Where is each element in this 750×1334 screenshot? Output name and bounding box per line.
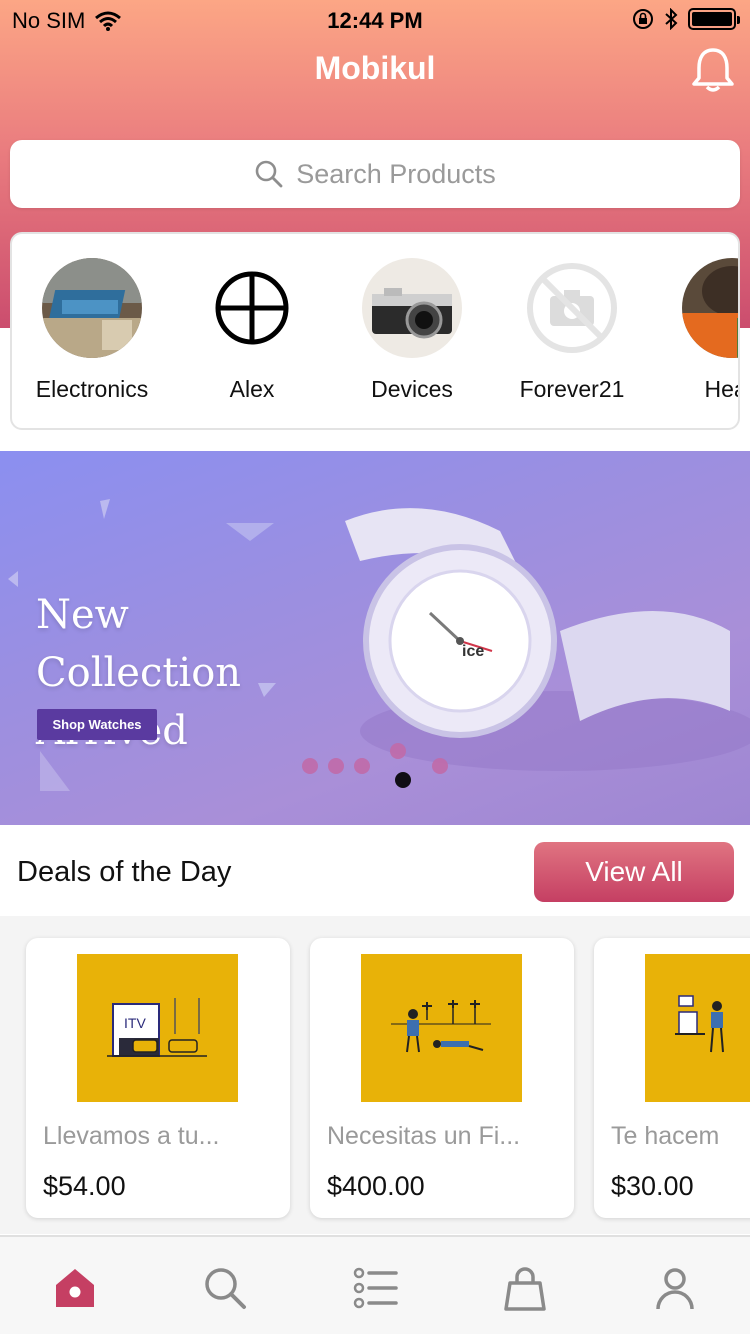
category-carousel[interactable]: Electronics Alex Devices Forever21 He xyxy=(10,232,740,430)
orientation-lock-icon xyxy=(633,9,653,29)
camera-icon xyxy=(362,258,462,358)
home-icon[interactable] xyxy=(52,1265,98,1311)
carousel-dot-active[interactable] xyxy=(395,772,411,788)
category-label: Devices xyxy=(371,376,453,402)
battery-icon xyxy=(688,8,740,30)
category-label: Forever21 xyxy=(519,376,625,402)
category-item-alex[interactable]: Alex xyxy=(172,258,332,403)
deal-card[interactable]: ITV Llevamos a tu... $54.00 xyxy=(26,938,290,1218)
category-item-forever21[interactable]: Forever21 xyxy=(492,258,652,403)
list-icon[interactable] xyxy=(352,1265,398,1311)
search-placeholder: Search Products xyxy=(296,158,496,189)
deal-price: $54.00 xyxy=(43,1171,126,1201)
deals-title: Deals of the Day xyxy=(17,856,232,888)
deal-name: Llevamos a tu... xyxy=(43,1122,220,1150)
deal-price: $30.00 xyxy=(611,1171,694,1201)
carousel-dot[interactable] xyxy=(302,758,318,774)
shop-watches-button[interactable]: Shop Watches xyxy=(37,709,157,740)
search-input[interactable]: Search Products xyxy=(10,140,740,208)
deal-card[interactable]: Te hacem $30.00 xyxy=(594,938,750,1218)
bluetooth-icon xyxy=(665,8,678,30)
search-icon[interactable] xyxy=(202,1265,248,1311)
category-label: Alex xyxy=(229,376,275,402)
deals-header: Deals of the Day View All xyxy=(0,826,750,916)
user-icon[interactable] xyxy=(652,1265,698,1311)
carousel-dot[interactable] xyxy=(354,758,370,774)
bell-icon[interactable] xyxy=(690,46,736,94)
view-all-button[interactable]: View All xyxy=(534,842,734,902)
carousel-dot[interactable] xyxy=(328,758,344,774)
svg-text:ice: ice xyxy=(462,643,484,660)
app-title: Mobikul xyxy=(314,50,436,86)
itv-sign: ITV xyxy=(124,1015,146,1031)
category-image-electronics xyxy=(42,258,142,358)
deal-image xyxy=(645,954,750,1102)
carousel-dot[interactable] xyxy=(390,743,406,759)
deal-price: $400.00 xyxy=(327,1171,425,1201)
bottom-tab-bar xyxy=(0,1235,750,1334)
no-image-icon xyxy=(522,258,622,358)
deal-card[interactable]: Necesitas un Fi... $400.00 xyxy=(310,938,574,1218)
deals-list[interactable]: ITV Llevamos a tu... $54.00 Necesitas un… xyxy=(0,916,750,1234)
category-label: Head xyxy=(704,376,739,402)
deal-name: Te hacem xyxy=(611,1122,720,1150)
category-image-head xyxy=(682,258,738,358)
category-item-electronics[interactable]: Electronics xyxy=(12,258,172,403)
category-item-devices[interactable]: Devices xyxy=(332,258,492,403)
promo-banner[interactable]: ice New Collection Arrived Shop Watches xyxy=(0,451,750,825)
bag-icon[interactable] xyxy=(502,1265,548,1311)
deal-image xyxy=(361,954,522,1102)
status-right xyxy=(632,8,740,30)
status-bar: No SIM 12:44 PM xyxy=(0,0,750,40)
deal-image: ITV xyxy=(77,954,238,1102)
category-item-head[interactable]: Head xyxy=(652,258,739,403)
category-label: Electronics xyxy=(35,376,149,402)
carousel-dot[interactable] xyxy=(432,758,448,774)
deal-name: Necesitas un Fi... xyxy=(327,1122,521,1150)
search-icon xyxy=(255,160,283,188)
banner-heading-line1: New Collection xyxy=(36,592,242,696)
category-image-alex xyxy=(202,258,302,358)
